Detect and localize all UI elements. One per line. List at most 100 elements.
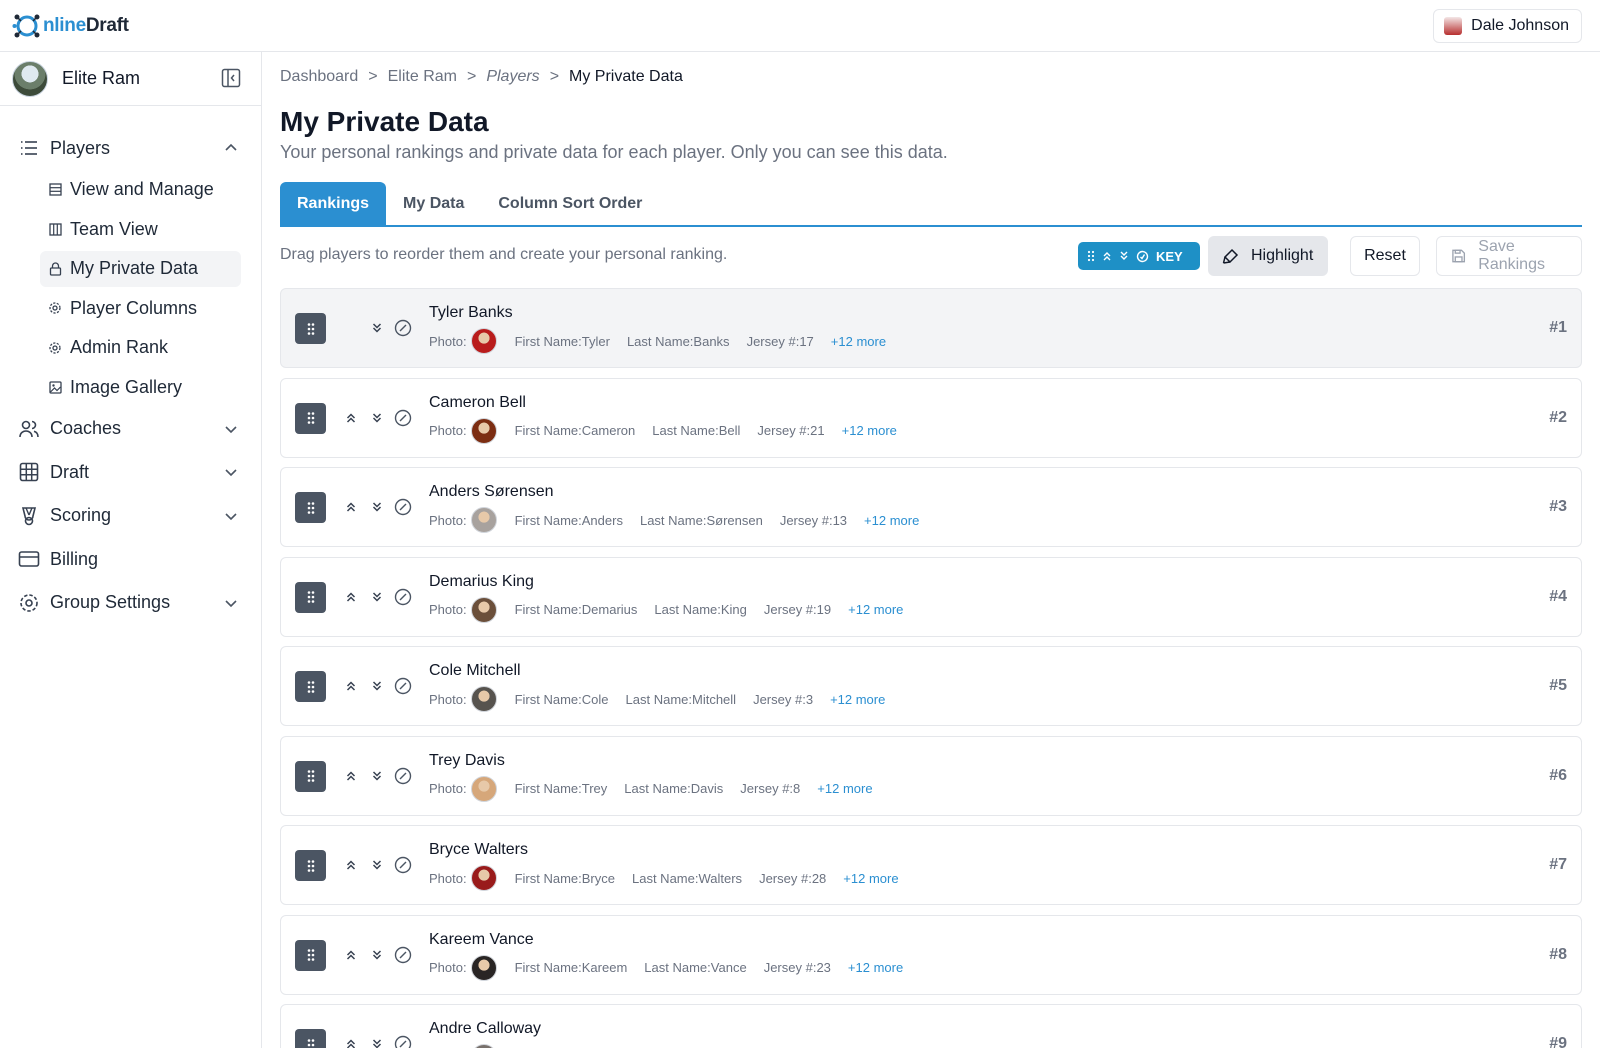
move-to-bottom-icon[interactable]	[368, 856, 386, 874]
sidebar-subitem-my-private-data[interactable]: My Private Data	[40, 250, 241, 287]
drag-handle-icon[interactable]	[295, 671, 326, 702]
last-name-value: Davis	[690, 781, 724, 796]
drag-handle-icon[interactable]	[295, 313, 326, 344]
more-fields-link[interactable]: +12 more	[864, 513, 919, 528]
drag-handle-icon[interactable]	[295, 760, 326, 792]
more-fields-link[interactable]: +12 more	[842, 423, 897, 438]
circle-check-icon[interactable]	[394, 1035, 412, 1048]
chevrons-up-icon	[1103, 252, 1111, 261]
circle-check-icon[interactable]	[394, 946, 412, 964]
more-fields-link[interactable]: +12 more	[848, 602, 903, 617]
chevron-down-icon	[225, 469, 237, 477]
move-to-bottom-icon[interactable]	[368, 409, 386, 427]
circle-check-icon[interactable]	[394, 767, 412, 785]
jersey-label: Jersey #:	[746, 333, 800, 349]
drag-handle-icon[interactable]	[295, 492, 326, 523]
move-to-bottom-icon[interactable]	[368, 946, 386, 964]
group-header[interactable]: Elite Ram	[0, 52, 261, 106]
player-row[interactable]: Demarius King Photo: First Name:Demarius…	[280, 556, 1582, 637]
move-to-bottom-icon[interactable]	[368, 677, 386, 695]
move-to-bottom-icon[interactable]	[368, 1035, 386, 1048]
sidebar-collapse-icon[interactable]	[221, 68, 241, 88]
first-name-field: First Name:Trey	[515, 781, 608, 796]
player-row[interactable]: Kareem Vance Photo: First Name:Kareem La…	[280, 914, 1582, 995]
sidebar-item-scoring[interactable]: Scoring	[0, 496, 261, 536]
circle-check-icon[interactable]	[394, 409, 412, 427]
user-menu-button[interactable]: Dale Johnson	[1433, 9, 1582, 43]
app-logo[interactable]: nlineDraft	[12, 10, 129, 42]
move-to-top-icon[interactable]	[342, 588, 360, 606]
move-to-top-icon[interactable]	[342, 677, 360, 695]
move-to-top-icon[interactable]	[342, 946, 360, 964]
reset-button[interactable]: Reset	[1350, 236, 1420, 276]
player-photo[interactable]	[470, 507, 497, 533]
jersey-field: Jersey #:17	[747, 334, 814, 349]
move-to-top-icon[interactable]	[342, 1035, 360, 1048]
circle-check-icon[interactable]	[394, 588, 412, 606]
breadcrumb-item-dashboard[interactable]: Dashboard	[280, 68, 358, 86]
move-to-bottom-icon[interactable]	[368, 498, 386, 516]
player-photo[interactable]	[470, 596, 497, 623]
more-fields-link[interactable]: +12 more	[831, 334, 886, 349]
group-avatar	[12, 60, 48, 97]
drag-handle-icon[interactable]	[295, 581, 326, 613]
move-to-top-icon[interactable]	[342, 409, 360, 427]
move-to-bottom-icon[interactable]	[368, 319, 386, 337]
tab-rankings[interactable]: Rankings	[280, 182, 387, 225]
move-to-top-icon[interactable]	[342, 856, 360, 874]
move-to-top-icon[interactable]	[342, 767, 360, 785]
player-photo[interactable]	[470, 1044, 497, 1048]
sidebar-item-billing[interactable]: Billing	[0, 539, 261, 579]
player-row[interactable]: Bryce Walters Photo: First Name:Bryce La…	[280, 825, 1582, 905]
sidebar-item-coaches[interactable]: Coaches	[0, 409, 261, 449]
sidebar-item-draft[interactable]: Draft	[0, 452, 261, 492]
tab-column-sort-order[interactable]: Column Sort Order	[481, 182, 659, 225]
player-row[interactable]: Anders Sørensen Photo: First Name:Anders…	[280, 467, 1582, 547]
player-photo[interactable]	[470, 328, 497, 354]
sidebar-subitem-team-view[interactable]: Team View	[40, 211, 241, 247]
first-name-label: First Name:	[514, 423, 582, 438]
drag-handle-icon[interactable]	[295, 402, 326, 434]
sidebar-item-group-settings[interactable]: Group Settings	[0, 583, 261, 623]
sidebar-subitem-image-gallery[interactable]: Image Gallery	[40, 369, 241, 405]
save-rankings-label: Save Rankings	[1478, 238, 1545, 273]
player-row[interactable]: Tyler Banks Photo: First Name:Tyler Last…	[280, 288, 1582, 368]
breadcrumb-separator: >	[549, 68, 560, 85]
circle-check-icon[interactable]	[394, 856, 412, 874]
tab-my-data[interactable]: My Data	[386, 182, 481, 225]
sidebar-subitem-player-columns[interactable]: Player Columns	[40, 290, 241, 326]
move-to-bottom-icon[interactable]	[368, 767, 386, 785]
more-fields-link[interactable]: +12 more	[843, 871, 898, 886]
circle-check-icon[interactable]	[394, 319, 412, 337]
sidebar-item-players[interactable]: Players	[0, 128, 261, 168]
player-photo[interactable]	[470, 417, 497, 444]
breadcrumb-item-players[interactable]: Players	[486, 68, 539, 86]
player-row[interactable]: Trey Davis Photo: First Name:Trey Last N…	[280, 735, 1582, 816]
drag-handle-icon[interactable]	[295, 1029, 326, 1048]
circle-check-icon[interactable]	[394, 498, 412, 516]
player-photo[interactable]	[470, 865, 497, 891]
more-fields-link[interactable]: +12 more	[817, 781, 872, 796]
highlight-button[interactable]: Highlight	[1208, 236, 1328, 276]
player-row[interactable]: Andre Calloway Photo: First Name:Andre L…	[280, 1004, 1582, 1048]
more-fields-link[interactable]: +12 more	[830, 692, 885, 707]
drag-handle-icon[interactable]	[295, 850, 326, 881]
breadcrumb-item-group[interactable]: Elite Ram	[388, 68, 457, 86]
player-photo[interactable]	[470, 775, 497, 802]
first-name-value: Demarius	[581, 602, 638, 617]
circle-check-icon[interactable]	[394, 677, 412, 695]
player-rank: #7	[1549, 856, 1567, 873]
highlighter-icon	[1222, 248, 1239, 264]
player-photo[interactable]	[470, 686, 497, 712]
move-to-top-icon[interactable]	[342, 498, 360, 516]
player-photo[interactable]	[470, 954, 497, 981]
player-row[interactable]: Cameron Bell Photo: First Name:Cameron L…	[280, 377, 1582, 458]
save-rankings-button[interactable]: Save Rankings	[1436, 236, 1582, 276]
sidebar-subitem-admin-rank[interactable]: Admin Rank	[40, 330, 241, 366]
sidebar-subitem-view-and-manage[interactable]: View and Manage	[40, 172, 241, 208]
drag-handle-icon[interactable]	[295, 939, 326, 971]
player-row[interactable]: Cole Mitchell Photo: First Name:Cole Las…	[280, 646, 1582, 726]
key-badge[interactable]: KEY	[1078, 242, 1200, 270]
move-to-bottom-icon[interactable]	[368, 588, 386, 606]
more-fields-link[interactable]: +12 more	[848, 960, 903, 975]
